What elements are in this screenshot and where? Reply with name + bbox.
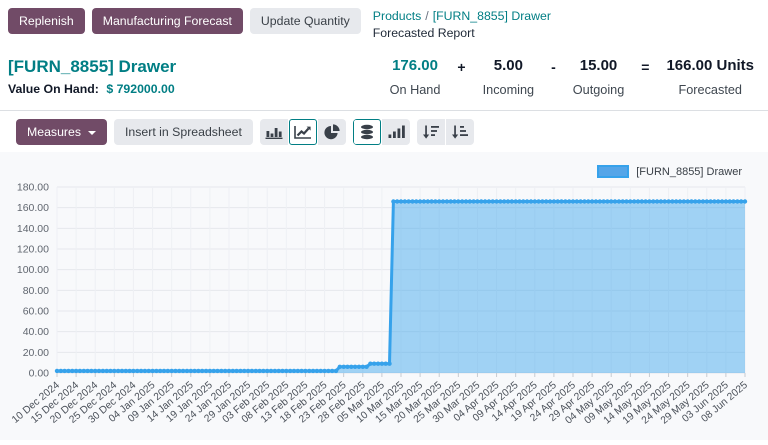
value-on-hand: Value On Hand: $ 792000.00: [8, 82, 176, 96]
metric-on-hand: 176.00 On Hand: [390, 58, 441, 98]
outgoing-value: 15.00: [580, 58, 618, 75]
chart-legend[interactable]: [FURN_8855] Drawer: [597, 165, 742, 178]
value-on-hand-amount: $ 792000.00: [106, 82, 174, 96]
measures-label: Measures: [27, 125, 81, 139]
y-axis-label: 0.00: [29, 368, 50, 380]
bar-chart-icon: [264, 124, 284, 140]
y-axis-label: 120.00: [17, 244, 49, 256]
y-axis-label: 100.00: [17, 264, 49, 276]
sort-switcher: [417, 119, 474, 145]
y-axis-label: 60.00: [23, 306, 49, 318]
chart-type-switcher: [260, 119, 346, 145]
update-quantity-button[interactable]: Update Quantity: [250, 8, 361, 34]
measures-button[interactable]: Measures: [16, 119, 107, 145]
breadcrumb: Products/ [FURN_8855] Drawer Forecasted R…: [373, 8, 551, 41]
sort-ascending-icon: [450, 124, 470, 140]
cumulative-icon: [386, 124, 406, 140]
sort-descending-icon: [421, 124, 441, 140]
on-hand-value: 176.00: [392, 58, 438, 75]
graph-toolbar: Measures Insert in Spreadsheet: [16, 119, 768, 145]
replenish-button[interactable]: Replenish: [8, 8, 85, 34]
area-fill: [57, 202, 745, 374]
manufacturing-forecast-button[interactable]: Manufacturing Forecast: [92, 8, 243, 34]
y-axis-label: 180.00: [17, 182, 49, 194]
chart-area: [FURN_8855] Drawer 0.00 20.00 40.00 60.00 80…: [0, 152, 768, 440]
breadcrumb-top-line: Products/ [FURN_8855] Drawer: [373, 9, 551, 24]
operator-plus: +: [457, 59, 465, 75]
graph-mode-switcher: [353, 119, 410, 145]
sort-descending-button[interactable]: [417, 119, 445, 145]
forecasted-value: 166.00 Units: [666, 58, 754, 75]
incoming-label: Incoming: [483, 83, 534, 97]
legend-swatch: [597, 165, 629, 178]
y-axis-label: 140.00: [17, 223, 49, 235]
metric-outgoing: 15.00 Outgoing: [573, 58, 625, 98]
breadcrumb-separator: /: [425, 9, 428, 23]
dropdown-caret-icon: [88, 131, 96, 135]
forecast-chart[interactable]: 0.00 20.00 40.00 60.00 80.00 100.00 120.00 140.…: [0, 152, 768, 440]
outgoing-label: Outgoing: [573, 83, 625, 97]
sort-ascending-button[interactable]: [446, 119, 474, 145]
cumulative-button[interactable]: [382, 119, 410, 145]
forecast-metrics: 176.00 On Hand + 5.00 Incoming - 15.00 O…: [390, 58, 754, 98]
forecasted-label: Forecasted: [678, 83, 741, 97]
metric-forecasted: 166.00 Units Forecasted: [666, 58, 754, 98]
incoming-value: 5.00: [494, 58, 523, 75]
pie-chart-icon: [322, 124, 342, 140]
stacked-button[interactable]: [353, 119, 381, 145]
bar-chart-button[interactable]: [260, 119, 288, 145]
operator-equals: =: [641, 59, 649, 75]
pie-chart-button[interactable]: [318, 119, 346, 145]
control-panel: Replenish Manufacturing Forecast Update …: [0, 0, 768, 41]
legend-label: [FURN_8855] Drawer: [636, 166, 742, 178]
breadcrumb-record-link[interactable]: [FURN_8855] Drawer: [433, 9, 551, 23]
breadcrumb-products-link[interactable]: Products: [373, 9, 422, 23]
report-header: [FURN_8855] Drawer Value On Hand: $ 7920…: [0, 41, 768, 98]
y-axis-label: 80.00: [23, 285, 49, 297]
y-axis-label: 40.00: [23, 326, 49, 338]
product-summary: [FURN_8855] Drawer Value On Hand: $ 7920…: [8, 58, 176, 97]
value-on-hand-label: Value On Hand:: [8, 82, 99, 96]
operator-minus: -: [551, 59, 556, 75]
line-chart-icon: [293, 124, 313, 140]
metric-incoming: 5.00 Incoming: [483, 58, 534, 98]
insert-in-spreadsheet-button[interactable]: Insert in Spreadsheet: [114, 119, 253, 145]
stacked-icon: [357, 124, 377, 140]
header-divider: [0, 110, 768, 111]
y-axis-label: 20.00: [23, 347, 49, 359]
y-axis-label: 160.00: [17, 202, 49, 214]
line-chart-button[interactable]: [289, 119, 317, 145]
page-title: [FURN_8855] Drawer: [8, 58, 176, 77]
breadcrumb-current: Forecasted Report: [373, 26, 551, 41]
on-hand-label: On Hand: [390, 83, 441, 97]
